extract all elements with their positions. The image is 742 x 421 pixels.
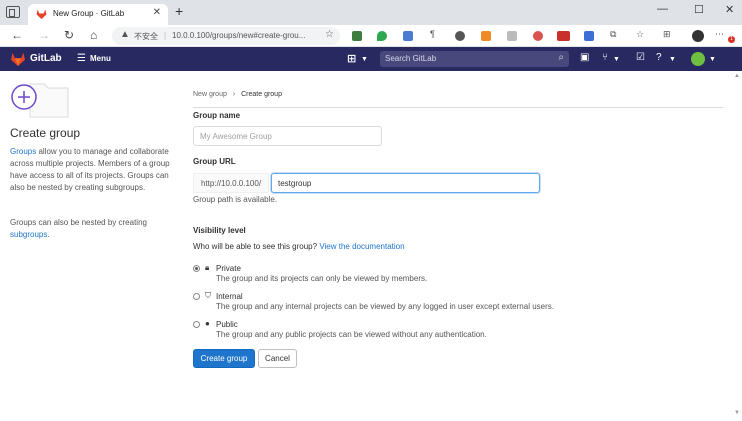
gitlab-logo-icon[interactable] bbox=[10, 52, 26, 66]
lock-icon: 🔒︎ bbox=[205, 263, 210, 272]
group-name-label: Group name bbox=[193, 111, 241, 120]
fox-extension-icon[interactable] bbox=[481, 31, 491, 41]
group-url-label: Group URL bbox=[193, 157, 236, 166]
more-menu-icon[interactable]: ⋯ bbox=[715, 29, 724, 40]
breadcrumb: New group › Create group bbox=[193, 91, 282, 98]
private-description: The group and its projects can only be v… bbox=[216, 274, 428, 283]
visibility-question-text: Who will be able to see this group? bbox=[193, 242, 318, 251]
internal-title: Internal bbox=[216, 292, 243, 301]
groups-description: Groups allow you to manage and collabora… bbox=[10, 146, 170, 194]
public-description: The group and any public projects can be… bbox=[216, 330, 487, 339]
shield-extension-icon[interactable] bbox=[377, 31, 387, 41]
search-placeholder: Search GitLab bbox=[385, 54, 437, 63]
new-tab-button[interactable]: + bbox=[175, 3, 183, 19]
notification-badge: 1 bbox=[728, 36, 735, 43]
merge-request-icon[interactable]: ⑂ bbox=[602, 52, 608, 63]
view-documentation-link[interactable]: View the documentation bbox=[319, 242, 404, 251]
tab-actions-icon[interactable] bbox=[6, 6, 20, 18]
browser-tab-strip: New Group · GitLab ✕ + — ☐ ✕ bbox=[0, 0, 742, 25]
chevron-down-icon[interactable]: ▼ bbox=[361, 56, 368, 63]
group-illustration-icon bbox=[11, 83, 69, 118]
chevron-down-icon[interactable]: ▼ bbox=[613, 56, 620, 63]
group-name-input[interactable]: My Awesome Group bbox=[193, 126, 382, 146]
group-url-input[interactable]: testgroup bbox=[271, 173, 540, 193]
internal-radio[interactable] bbox=[193, 293, 200, 300]
subgroups-link[interactable]: subgroups bbox=[10, 230, 47, 239]
search-input[interactable]: Search GitLab ⌕ bbox=[380, 51, 569, 67]
groups-link[interactable]: Groups bbox=[10, 147, 36, 156]
private-title: Private bbox=[216, 264, 241, 273]
reload-icon[interactable]: ↻ bbox=[64, 28, 74, 42]
extension-icon[interactable] bbox=[533, 31, 543, 41]
gitlab-brand[interactable]: GitLab bbox=[30, 53, 62, 64]
search-icon: ⌕ bbox=[558, 52, 564, 63]
breadcrumb-current: Create group bbox=[241, 91, 282, 98]
private-radio[interactable] bbox=[193, 265, 200, 272]
group-path-help: Group path is available. bbox=[193, 195, 278, 204]
issues-icon[interactable]: ▣ bbox=[580, 52, 589, 63]
gitlab-header: GitLab ☰ Menu ⊞ ▼ Search GitLab ⌕ ▣ ⑂ ▼ … bbox=[0, 47, 742, 71]
public-title: Public bbox=[216, 320, 238, 329]
create-group-button[interactable]: Create group bbox=[193, 349, 255, 368]
breadcrumb-new-group[interactable]: New group bbox=[193, 91, 227, 98]
browser-tab[interactable]: New Group · GitLab ✕ bbox=[28, 4, 168, 25]
visibility-level-label: Visibility level bbox=[193, 226, 246, 235]
security-label: 不安全 bbox=[134, 32, 158, 41]
home-icon[interactable]: ⌂ bbox=[90, 28, 97, 42]
address-bar[interactable]: ▲ 不安全 | 10.0.0.100/groups/new#create-gro… bbox=[112, 27, 340, 45]
user-avatar[interactable] bbox=[691, 52, 705, 66]
scroll-down-arrow[interactable]: ▼ bbox=[734, 410, 740, 416]
profile-avatar[interactable] bbox=[692, 30, 704, 42]
help-icon[interactable]: ? bbox=[656, 52, 662, 63]
chevron-down-icon[interactable]: ▼ bbox=[709, 56, 716, 63]
translate-icon[interactable] bbox=[403, 31, 413, 41]
visibility-question: Who will be able to see this group? View… bbox=[193, 242, 405, 251]
group-url-prefix: http://10.0.0.100/ bbox=[193, 173, 269, 193]
warning-icon: ▲ bbox=[120, 29, 130, 40]
bookmark-star-icon[interactable]: ☆ bbox=[325, 29, 334, 40]
extension-badge-icon[interactable] bbox=[455, 31, 465, 41]
chevron-down-icon[interactable]: ▼ bbox=[669, 56, 676, 63]
subgroups-description: Groups can also be nested by creating su… bbox=[10, 217, 170, 241]
shield-icon: ⛉ bbox=[205, 291, 211, 300]
cancel-button[interactable]: Cancel bbox=[258, 349, 297, 368]
browser-toolbar: ← → ↻ ⌂ ▲ 不安全 | 10.0.0.100/groups/new#cr… bbox=[0, 25, 742, 47]
extensions-puzzle-icon[interactable]: ⧉ bbox=[610, 29, 616, 40]
back-icon[interactable]: ← bbox=[11, 28, 23, 42]
extension-icon[interactable] bbox=[557, 31, 570, 41]
globe-icon: ● bbox=[205, 319, 210, 328]
tab-title: New Group · GitLab bbox=[53, 9, 125, 18]
url-text[interactable]: 10.0.0.100/groups/new#create-grou... bbox=[172, 31, 322, 40]
tab-close-icon[interactable]: ✕ bbox=[153, 7, 161, 18]
new-item-icon[interactable]: ⊞ bbox=[347, 52, 356, 65]
extension-icon[interactable] bbox=[352, 31, 362, 41]
paragraph-icon[interactable]: ¶ bbox=[430, 29, 435, 39]
subgroups-description-text: Groups can also be nested by creating bbox=[10, 218, 147, 227]
maximize-button[interactable]: ☐ bbox=[694, 3, 704, 16]
gitlab-favicon-icon bbox=[36, 9, 47, 19]
page-title: Create group bbox=[10, 126, 81, 140]
minimize-button[interactable]: — bbox=[657, 3, 668, 15]
favorites-icon[interactable]: ☆ bbox=[636, 29, 644, 40]
address-separator: | bbox=[164, 31, 167, 40]
breadcrumb-separator: › bbox=[232, 91, 236, 98]
forward-icon[interactable]: → bbox=[38, 28, 50, 42]
menu-button[interactable]: Menu bbox=[90, 54, 111, 63]
scroll-up-arrow[interactable]: ▲ bbox=[734, 73, 740, 79]
close-window-button[interactable]: ✕ bbox=[725, 3, 734, 16]
todo-icon[interactable]: ☑ bbox=[636, 52, 645, 63]
public-radio[interactable] bbox=[193, 321, 200, 328]
subgroups-description-end: . bbox=[47, 230, 50, 239]
divider bbox=[193, 107, 723, 108]
internal-description: The group and any internal projects can … bbox=[216, 302, 554, 311]
collections-icon[interactable]: ⊞ bbox=[663, 29, 671, 40]
extension-icon[interactable] bbox=[584, 31, 594, 41]
hamburger-icon[interactable]: ☰ bbox=[77, 53, 86, 64]
clipboard-icon[interactable] bbox=[507, 31, 517, 41]
